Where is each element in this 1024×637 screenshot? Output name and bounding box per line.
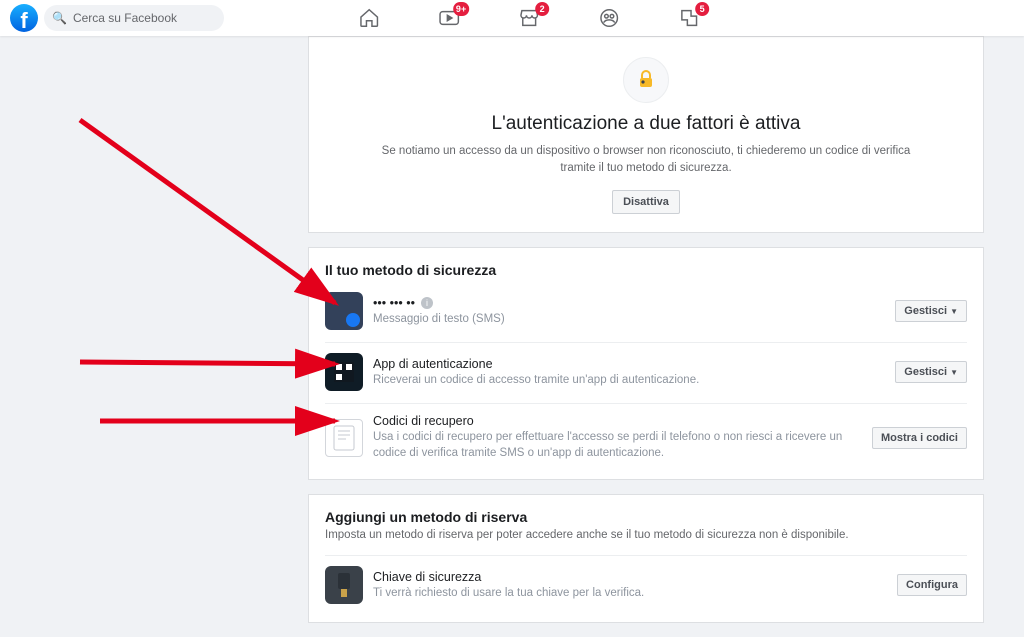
sms-icon	[325, 292, 363, 330]
method-row-security-key: Chiave di sicurezza Ti verrà richiesto d…	[325, 555, 967, 616]
recovery-codes-desc: Usa i codici di recupero per effettuare …	[373, 430, 872, 461]
info-icon[interactable]: i	[421, 297, 433, 309]
backup-heading: Aggiungi un metodo di riserva	[325, 509, 967, 525]
disable-twofa-button[interactable]: Disattiva	[612, 190, 680, 214]
search-input[interactable]: 🔍 Cerca su Facebook	[44, 5, 224, 31]
twofa-active-desc: Se notiamo un accesso da un dispositivo …	[369, 143, 923, 176]
security-key-desc: Ti verrà richiesto di usare la tua chiav…	[373, 586, 897, 602]
nav-gaming-icon[interactable]: 5	[677, 6, 701, 30]
manage-sms-button[interactable]: Gestisci▼	[895, 300, 967, 322]
method-row-auth-app: App di autenticazione Riceverai un codic…	[325, 342, 967, 403]
recovery-codes-icon	[325, 419, 363, 457]
backup-subtext: Imposta un metodo di riserva per poter a…	[325, 529, 967, 541]
nav-home-icon[interactable]	[357, 6, 381, 30]
chevron-down-icon: ▼	[950, 368, 958, 377]
security-method-card: Il tuo metodo di sicurezza ••• ••• •• i …	[308, 247, 984, 480]
topbar: 🔍 Cerca su Facebook 9+ 2 5	[0, 0, 1024, 36]
configure-key-button[interactable]: Configura	[897, 574, 967, 596]
method-row-sms: ••• ••• •• i Messaggio di testo (SMS) Ge…	[325, 282, 967, 342]
gaming-badge: 5	[695, 2, 709, 16]
security-method-heading: Il tuo metodo di sicurezza	[325, 262, 967, 278]
auth-app-icon	[325, 353, 363, 391]
sms-desc: Messaggio di testo (SMS)	[373, 312, 895, 328]
lock-icon	[623, 57, 669, 103]
twofa-hero-card: L'autenticazione a due fattori è attiva …	[308, 36, 984, 233]
marketplace-badge: 2	[535, 2, 549, 16]
settings-content: L'autenticazione a due fattori è attiva …	[308, 36, 984, 637]
search-placeholder: Cerca su Facebook	[73, 11, 177, 25]
facebook-logo[interactable]	[10, 4, 38, 32]
auth-app-title: App di autenticazione	[373, 357, 895, 371]
manage-auth-app-button[interactable]: Gestisci▼	[895, 361, 967, 383]
backup-method-card: Aggiungi un metodo di riserva Imposta un…	[308, 494, 984, 623]
security-key-title: Chiave di sicurezza	[373, 570, 897, 584]
nav-groups-icon[interactable]	[597, 6, 621, 30]
nav-watch-icon[interactable]: 9+	[437, 6, 461, 30]
watch-badge: 9+	[453, 2, 469, 16]
security-key-icon	[325, 566, 363, 604]
method-row-recovery-codes: Codici di recupero Usa i codici di recup…	[325, 403, 967, 473]
recovery-codes-title: Codici di recupero	[373, 414, 872, 428]
center-nav: 9+ 2 5	[357, 0, 701, 36]
auth-app-desc: Riceverai un codice di accesso tramite u…	[373, 373, 895, 389]
nav-marketplace-icon[interactable]: 2	[517, 6, 541, 30]
show-codes-button[interactable]: Mostra i codici	[872, 427, 967, 449]
twofa-active-title: L'autenticazione a due fattori è attiva	[369, 113, 923, 135]
search-icon: 🔍	[52, 11, 67, 25]
sms-number-masked: ••• ••• ••	[373, 296, 415, 310]
chevron-down-icon: ▼	[950, 307, 958, 316]
